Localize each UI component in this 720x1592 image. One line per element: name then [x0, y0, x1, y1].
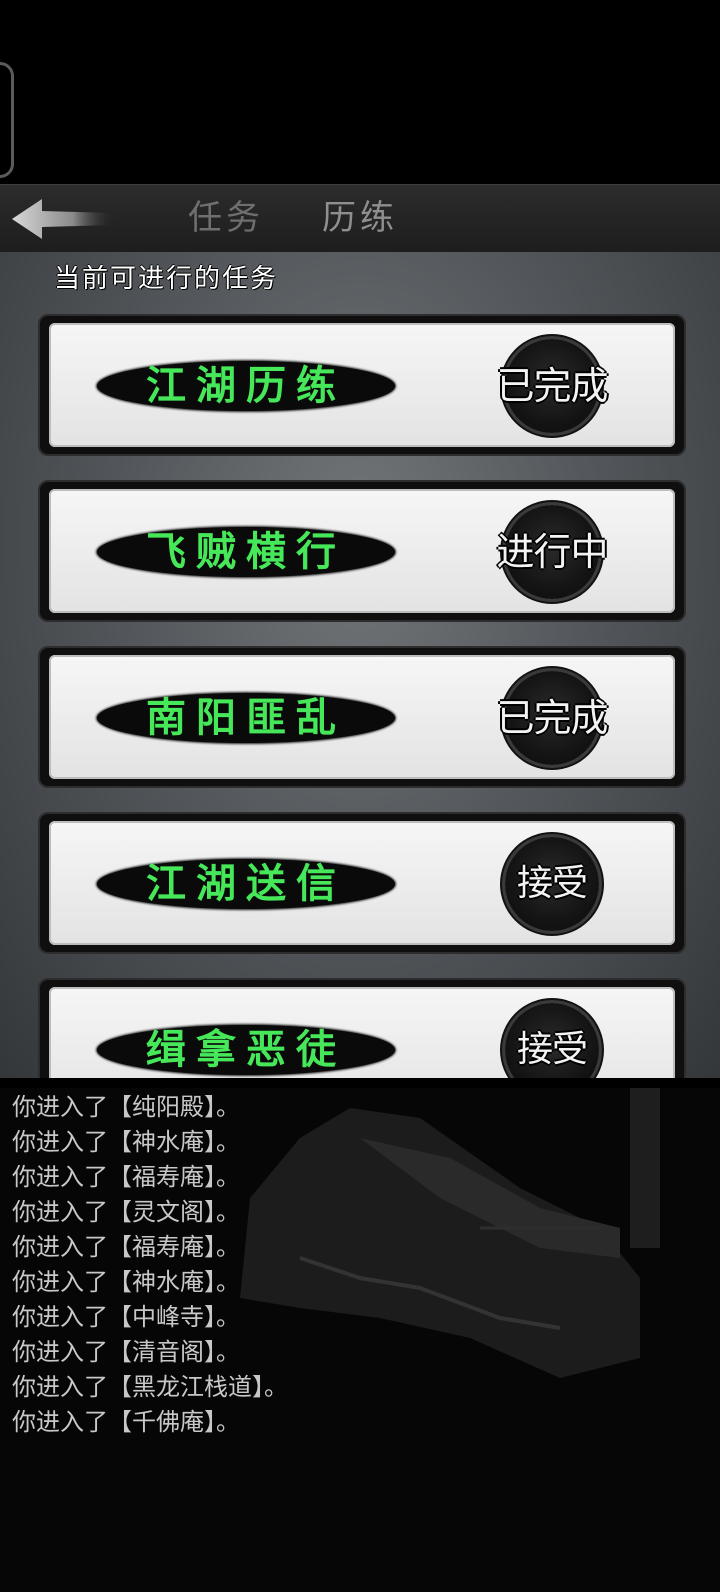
log-line: 你进入了【灵文阁】。 [12, 1198, 240, 1226]
task-status-label: 接受 [516, 1029, 588, 1070]
task-name-ink-banner: 南阳匪乱 [97, 693, 395, 743]
log-line: 你进入了【纯阳殿】。 [12, 1093, 240, 1121]
tab-training[interactable]: 历练 [322, 193, 398, 243]
task-name-ink-banner: 江湖送信 [97, 859, 395, 909]
log-line: 你进入了【千佛庵】。 [12, 1408, 240, 1436]
task-status-label: 已完成 [496, 364, 608, 408]
accept-task-button[interactable]: 接受 [505, 837, 599, 931]
top-black-bar [0, 0, 720, 184]
task-name: 飞贼横行 [146, 528, 346, 575]
log-list: 你进入了【纯阳殿】。 你进入了【神水庵】。 你进入了【福寿庵】。 你进入了【灵文… [12, 1090, 288, 1440]
task-card[interactable]: 江湖历练 已完成 [38, 314, 686, 456]
task-card[interactable]: 飞贼横行 进行中 [38, 480, 686, 622]
back-arrow-icon [12, 199, 114, 239]
task-name: 江湖送信 [146, 860, 346, 907]
task-status-label: 进行中 [496, 530, 608, 574]
log-line: 你进入了【黑龙江栈道】。 [12, 1373, 288, 1401]
task-status-button[interactable]: 已完成 [496, 671, 609, 765]
task-panel: 当前可进行的任务 江湖历练 已完成 飞贼横行 进行中 南阳匪乱 已完成 江湖送信… [0, 252, 720, 1078]
back-button[interactable] [8, 195, 118, 243]
log-line: 你进入了【福寿庵】。 [12, 1163, 240, 1191]
task-status-button[interactable]: 已完成 [496, 339, 609, 433]
accept-task-button[interactable]: 接受 [505, 1003, 599, 1078]
task-name-ink-banner: 飞贼横行 [97, 527, 395, 577]
corner-frame-decoration [0, 62, 14, 178]
task-status-label: 已完成 [496, 696, 608, 740]
task-status-label: 接受 [516, 863, 588, 904]
task-name-ink-banner: 江湖历练 [97, 361, 395, 411]
task-name-ink-banner: 缉拿恶徒 [97, 1025, 395, 1075]
task-name: 江湖历练 [146, 362, 346, 409]
tab-bar: 任务 历练 [0, 184, 720, 255]
log-line: 你进入了【福寿庵】。 [12, 1233, 240, 1261]
log-line: 你进入了【神水庵】。 [12, 1268, 240, 1296]
task-card-inner: 南阳匪乱 已完成 [49, 655, 675, 779]
task-name: 缉拿恶徒 [146, 1026, 346, 1073]
task-name: 南阳匪乱 [146, 694, 346, 741]
log-line: 你进入了【清音阁】。 [12, 1338, 240, 1366]
task-card-inner: 江湖送信 接受 [49, 821, 675, 945]
task-card[interactable]: 南阳匪乱 已完成 [38, 646, 686, 788]
task-status-button[interactable]: 进行中 [496, 505, 609, 599]
log-line: 你进入了【中峰寺】。 [12, 1303, 240, 1331]
log-line: 你进入了【神水庵】。 [12, 1128, 240, 1156]
task-card[interactable]: 缉拿恶徒 接受 [38, 978, 686, 1078]
tab-tasks[interactable]: 任务 [188, 193, 264, 243]
task-card-inner: 飞贼横行 进行中 [49, 489, 675, 613]
task-card-inner: 江湖历练 已完成 [49, 323, 675, 447]
message-log: 你进入了【纯阳殿】。 你进入了【神水庵】。 你进入了【福寿庵】。 你进入了【灵文… [0, 1078, 720, 1592]
task-card-inner: 缉拿恶徒 接受 [49, 987, 675, 1078]
section-title: 当前可进行的任务 [54, 264, 279, 294]
task-card[interactable]: 江湖送信 接受 [38, 812, 686, 954]
